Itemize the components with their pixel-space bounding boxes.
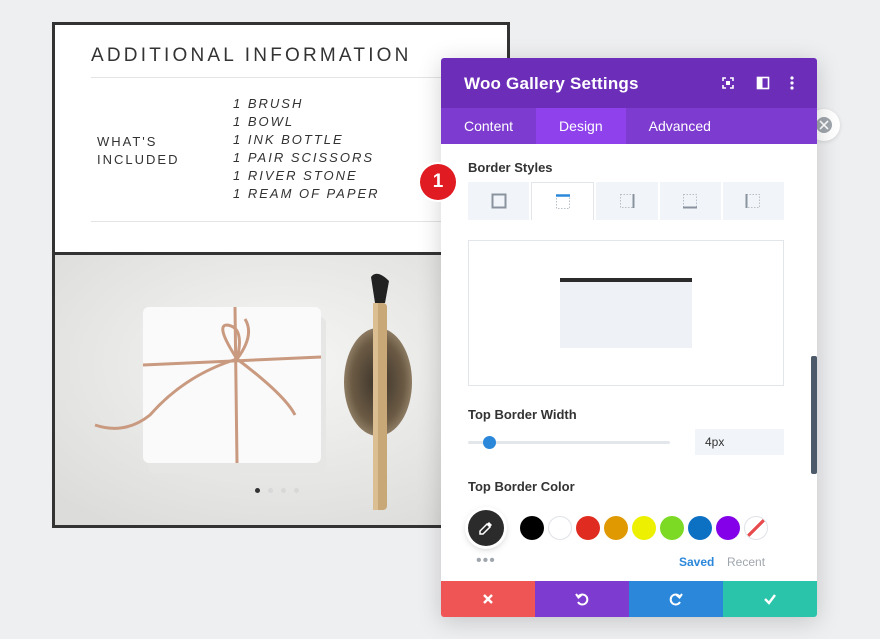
top-border-width-label: Top Border Width: [468, 407, 577, 422]
modal-tabs: Content Design Advanced: [441, 108, 817, 144]
whats-included-label: WHAT'S INCLUDED: [97, 134, 180, 167]
swatch-black[interactable]: [520, 516, 544, 540]
redo-button[interactable]: [629, 581, 723, 617]
more-options-icon[interactable]: [783, 74, 801, 92]
move-handle-icon: [816, 117, 832, 133]
slide-dots: [255, 488, 299, 493]
slide-dot[interactable]: [268, 488, 273, 493]
swatch-blue[interactable]: [688, 516, 712, 540]
swatch-white[interactable]: [548, 516, 572, 540]
list-item: 1 INK BOTTLE: [233, 132, 344, 147]
step-callout-badge: 1: [420, 164, 456, 200]
list-item: 1 BRUSH: [233, 96, 304, 111]
undo-icon: [575, 593, 589, 606]
tab-advanced[interactable]: Advanced: [626, 108, 734, 144]
color-swatches: [520, 516, 768, 540]
swatch-purple[interactable]: [716, 516, 740, 540]
modal-title: Woo Gallery Settings: [464, 74, 639, 93]
tab-design[interactable]: Design: [536, 108, 626, 144]
save-button[interactable]: [723, 581, 817, 617]
color-picker-button[interactable]: [468, 510, 504, 546]
slide-dot[interactable]: [294, 488, 299, 493]
bottom-border-icon: [683, 194, 698, 209]
saved-colors-link[interactable]: Saved: [679, 555, 714, 569]
list-item: 1 BOWL: [233, 114, 295, 129]
border-preview: [468, 240, 784, 386]
undo-button[interactable]: [535, 581, 629, 617]
discard-button[interactable]: [441, 581, 535, 617]
list-item: 1 PAIR SCISSORS: [233, 150, 375, 165]
close-icon: [483, 594, 493, 604]
border-tab-all[interactable]: [468, 182, 530, 220]
border-tab-top[interactable]: [531, 182, 595, 220]
border-tab-bottom[interactable]: [659, 182, 721, 220]
recent-colors-link[interactable]: Recent: [727, 555, 765, 569]
split-view-icon[interactable]: [754, 74, 772, 92]
top-border-width-slider[interactable]: [468, 441, 670, 444]
modal-header: Woo Gallery Settings: [441, 58, 817, 108]
border-tab-right[interactable]: [596, 182, 658, 220]
border-preview-sample: [560, 278, 692, 348]
left-border-icon: [745, 194, 761, 208]
border-tab-left[interactable]: [722, 182, 785, 220]
modal-footer: [441, 581, 817, 617]
fullscreen-icon[interactable]: [719, 74, 737, 92]
slide-dot[interactable]: [255, 488, 260, 493]
border-side-tabs: [468, 182, 785, 220]
top-border-icon: [555, 193, 570, 209]
checkmark-icon: [764, 594, 776, 605]
list-item: 1 RIVER STONE: [233, 168, 358, 183]
top-border-width-input[interactable]: [695, 429, 784, 455]
additional-info-title: ADDITIONAL INFORMATION: [91, 45, 412, 66]
swatch-none[interactable]: [744, 516, 768, 540]
gallery-image[interactable]: [55, 252, 507, 525]
swatch-orange[interactable]: [604, 516, 628, 540]
swatch-red[interactable]: [576, 516, 600, 540]
redo-icon: [669, 593, 683, 606]
swatch-yellow[interactable]: [632, 516, 656, 540]
settings-modal: Woo Gallery Settings Content Design Adva…: [441, 58, 817, 617]
eyedropper-icon: [479, 522, 492, 535]
included-items-list: 1 BRUSH 1 BOWL 1 INK BOTTLE 1 PAIR SCISS…: [233, 95, 380, 203]
slider-thumb[interactable]: [483, 436, 497, 449]
swatch-green[interactable]: [660, 516, 684, 540]
top-border-color-label: Top Border Color: [468, 479, 575, 494]
border-styles-label: Border Styles: [468, 160, 553, 175]
slide-dot[interactable]: [281, 488, 286, 493]
list-item: 1 REAM OF PAPER: [233, 186, 380, 201]
tab-content[interactable]: Content: [441, 108, 536, 144]
more-colors-icon[interactable]: •••: [476, 552, 496, 570]
right-border-icon: [620, 194, 635, 208]
all-borders-icon: [491, 193, 507, 209]
modal-scrollbar[interactable]: [811, 356, 817, 474]
